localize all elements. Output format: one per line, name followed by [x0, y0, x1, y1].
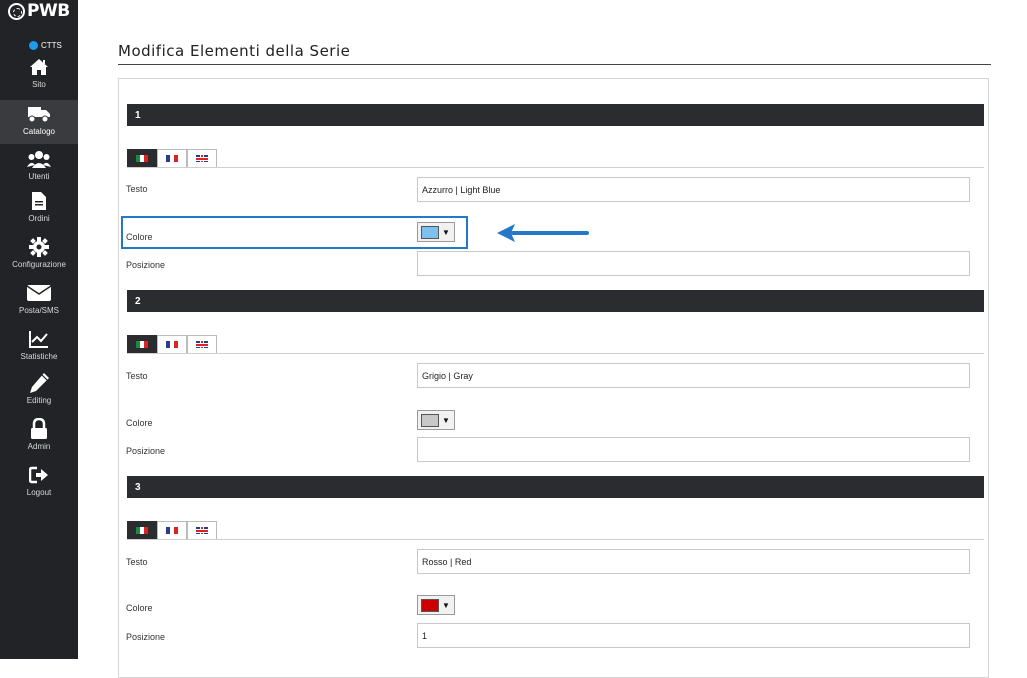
- tab-italian[interactable]: [127, 521, 157, 539]
- text-input[interactable]: Grigio | Gray: [417, 363, 970, 388]
- status-dot-icon: [29, 40, 38, 50]
- sidebar-item-configurazione[interactable]: Configurazione: [0, 236, 78, 280]
- position-label: Posizione: [126, 446, 166, 456]
- sidebar-item-label: Logout: [26, 488, 52, 497]
- uk-flag-icon: [196, 155, 208, 162]
- logout-icon: [27, 464, 51, 486]
- uk-flag-icon: [196, 341, 208, 348]
- sidebar-item-sito[interactable]: Sito: [0, 56, 78, 100]
- logo-emblem-icon: [8, 2, 25, 20]
- language-tabs: [127, 335, 217, 353]
- sidebar-item-editing[interactable]: Editing: [0, 372, 78, 416]
- page-title: Modifica Elementi della Serie: [118, 42, 351, 60]
- tab-divider: [127, 353, 984, 354]
- position-label: Posizione: [126, 632, 166, 642]
- french-flag-icon: [166, 527, 178, 534]
- caret-down-icon: ▼: [442, 600, 450, 610]
- section-header: 2: [127, 290, 984, 312]
- sidebar-item-label: Statistiche: [20, 352, 58, 361]
- uk-flag-icon: [196, 527, 208, 534]
- french-flag-icon: [166, 341, 178, 348]
- color-picker[interactable]: ▼: [417, 222, 455, 242]
- color-picker[interactable]: ▼: [417, 595, 455, 615]
- sidebar-item-label: Admin: [27, 442, 51, 451]
- text-label: Testo: [126, 371, 148, 381]
- sidebar-item-logout[interactable]: Logout: [0, 464, 78, 508]
- position-input[interactable]: [417, 251, 970, 276]
- main-content: Modifica Elementi della Serie 1 Testo Az…: [78, 0, 1027, 678]
- pointer-arrow-icon: [497, 224, 589, 242]
- tab-divider: [127, 167, 984, 168]
- section-number: 2: [135, 296, 141, 307]
- sidebar-item-label: Editing: [26, 396, 52, 405]
- sidebar-item-catalogo[interactable]: Catalogo: [0, 100, 78, 144]
- section-number: 1: [135, 110, 141, 121]
- sidebar-item-label: Posta/SMS: [18, 306, 59, 315]
- lock-icon: [27, 418, 51, 440]
- french-flag-icon: [166, 155, 178, 162]
- logo-text: PWB: [27, 1, 70, 21]
- sidebar-item-statistiche[interactable]: Statistiche: [0, 328, 78, 372]
- position-input[interactable]: 1: [417, 623, 970, 648]
- sidebar-item-label: Catalogo: [22, 127, 56, 136]
- tab-divider: [127, 539, 984, 540]
- pencil-icon: [27, 372, 51, 394]
- sidebar-item-posta-sms[interactable]: Posta/SMS: [0, 282, 78, 326]
- text-input[interactable]: Rosso | Red: [417, 549, 970, 574]
- text-input[interactable]: Azzurro | Light Blue: [417, 177, 970, 202]
- tab-english[interactable]: [187, 149, 217, 167]
- sidebar-item-label: Configurazione: [12, 260, 66, 269]
- caret-down-icon: ▼: [442, 227, 450, 237]
- italian-flag-icon: [136, 527, 148, 534]
- chart-line-icon: [27, 328, 51, 350]
- color-swatch: [421, 598, 439, 612]
- color-swatch: [421, 225, 439, 239]
- home-icon: [27, 56, 51, 78]
- language-tabs: [127, 149, 217, 167]
- tab-english[interactable]: [187, 335, 217, 353]
- truck-icon: [27, 103, 51, 125]
- italian-flag-icon: [136, 155, 148, 162]
- title-divider: [118, 64, 991, 65]
- users-icon: [27, 148, 51, 170]
- tab-french[interactable]: [157, 149, 187, 167]
- site-code-label: CTTS: [41, 40, 62, 50]
- text-label: Testo: [126, 184, 148, 194]
- file-icon: [27, 190, 51, 212]
- sidebar-item-ordini[interactable]: Ordini: [0, 190, 78, 234]
- sidebar-item-label: Utenti: [28, 172, 50, 181]
- gear-icon: [27, 236, 51, 258]
- position-input[interactable]: [417, 437, 970, 462]
- tab-french[interactable]: [157, 521, 187, 539]
- tab-italian[interactable]: [127, 149, 157, 167]
- sidebar-item-label: Ordini: [28, 214, 50, 223]
- envelope-icon: [27, 282, 51, 304]
- section-header: 1: [127, 104, 984, 126]
- sidebar-item-admin[interactable]: Admin: [0, 418, 78, 462]
- tab-italian[interactable]: [127, 335, 157, 353]
- color-label: Colore: [126, 232, 153, 242]
- color-label: Colore: [126, 418, 153, 428]
- color-swatch: [421, 413, 439, 427]
- section-number: 3: [135, 482, 141, 493]
- section-header: 3: [127, 476, 984, 498]
- position-label: Posizione: [126, 260, 166, 270]
- tab-french[interactable]: [157, 335, 187, 353]
- language-tabs: [127, 521, 217, 539]
- caret-down-icon: ▼: [442, 415, 450, 425]
- site-indicator: CTTS: [29, 40, 63, 50]
- tab-english[interactable]: [187, 521, 217, 539]
- text-label: Testo: [126, 557, 148, 567]
- pwb-logo[interactable]: PWB: [8, 1, 72, 21]
- sidebar: PWB CTTS Sito Catalogo Utenti Ordini Con…: [0, 0, 78, 659]
- italian-flag-icon: [136, 341, 148, 348]
- color-label: Colore: [126, 603, 153, 613]
- sidebar-item-label: Sito: [32, 80, 46, 89]
- color-picker[interactable]: ▼: [417, 410, 455, 430]
- sidebar-item-utenti[interactable]: Utenti: [0, 148, 78, 192]
